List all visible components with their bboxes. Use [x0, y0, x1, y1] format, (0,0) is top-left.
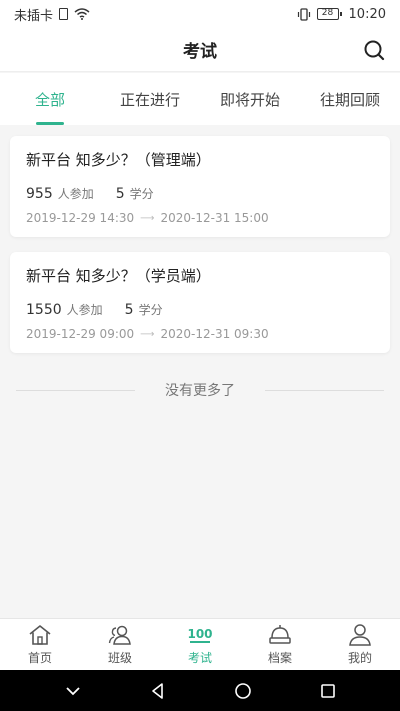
divider	[16, 389, 135, 391]
status-bar: 未插卡 28 10:20	[0, 0, 400, 28]
nav-label: 首页	[27, 651, 52, 665]
wifi-icon	[74, 8, 90, 20]
nav-exam[interactable]: 100 考试	[160, 619, 240, 670]
exam-meta: 955 人参加 5 学分	[26, 185, 374, 205]
nav-label: 班级	[107, 651, 132, 665]
exam-100-icon: 100	[187, 627, 213, 643]
tab-upcoming[interactable]: 即将开始	[200, 73, 300, 125]
start-time: 2019-12-29 09:00	[26, 327, 135, 341]
recents-square-icon[interactable]	[319, 682, 337, 700]
start-time: 2019-12-29 14:30	[26, 211, 135, 225]
credit-count: 5	[115, 186, 125, 202]
end-time: 2020-12-31 09:30	[160, 327, 269, 341]
tab-ongoing[interactable]: 正在进行	[100, 73, 200, 125]
user-icon	[349, 624, 371, 646]
exam-dates: 2019-12-29 14:30 ⟶ 2020-12-31 15:00	[26, 211, 374, 225]
tab-all[interactable]: 全部	[0, 73, 100, 125]
chevron-down-icon[interactable]	[64, 682, 82, 700]
participant-count: 955	[26, 186, 53, 202]
bottom-nav: 首页 班级 100 考试 档案 我的	[0, 618, 400, 670]
sim-icon	[59, 8, 69, 20]
exam-card[interactable]: 新平台 知多少？（学员端） 1550 人参加 5 学分 2019-12-29 0…	[10, 252, 390, 353]
no-more-text: 没有更多了	[165, 383, 235, 399]
nav-archive[interactable]: 档案	[240, 619, 320, 670]
credit-unit: 学分	[129, 187, 154, 201]
exam-title: 新平台 知多少？（管理端）	[26, 151, 211, 169]
app-header: 考试	[0, 28, 400, 72]
archive-icon	[269, 625, 291, 644]
nav-home[interactable]: 首页	[0, 619, 80, 670]
nav-profile[interactable]: 我的	[320, 619, 400, 670]
tab-past[interactable]: 往期回顾	[300, 73, 400, 125]
page-title: 考试	[183, 42, 217, 62]
home-icon	[29, 625, 51, 645]
back-triangle-icon[interactable]	[149, 682, 167, 700]
search-icon	[364, 40, 385, 61]
carrier-text: 未插卡	[14, 8, 54, 24]
nav-label: 档案	[267, 651, 292, 665]
exam-meta: 1550 人参加 5 学分	[26, 301, 374, 321]
participant-count: 1550	[26, 302, 62, 318]
system-nav-bar	[0, 670, 400, 711]
search-button[interactable]	[360, 36, 388, 64]
clock: 10:20	[348, 6, 386, 22]
exam-dates: 2019-12-29 09:00 ⟶ 2020-12-31 09:30	[26, 327, 374, 341]
credit-count: 5	[124, 302, 134, 318]
arrow-right-icon: ⟶	[140, 328, 155, 340]
divider	[265, 389, 384, 391]
end-time: 2020-12-31 15:00	[160, 211, 269, 225]
status-left: 未插卡	[14, 5, 90, 24]
participant-unit: 人参加	[57, 187, 94, 201]
exam-card[interactable]: 新平台 知多少？（管理端） 955 人参加 5 学分 2019-12-29 14…	[10, 136, 390, 237]
battery-icon: 28	[316, 8, 342, 20]
nav-class[interactable]: 班级	[80, 619, 160, 670]
class-icon	[108, 625, 131, 645]
vibrate-icon	[297, 7, 310, 21]
svg-text:100: 100	[187, 627, 212, 641]
exam-title: 新平台 知多少？（学员端）	[26, 267, 211, 285]
exam-tabs: 全部 正在进行 即将开始 往期回顾	[0, 73, 400, 125]
credit-unit: 学分	[138, 303, 163, 317]
arrow-right-icon: ⟶	[140, 212, 155, 224]
list-end-indicator: 没有更多了	[16, 376, 384, 404]
participant-unit: 人参加	[66, 303, 103, 317]
home-circle-icon[interactable]	[234, 682, 252, 700]
status-right: 28 10:20	[297, 7, 386, 22]
nav-label: 考试	[187, 651, 212, 665]
nav-label: 我的	[347, 651, 372, 665]
